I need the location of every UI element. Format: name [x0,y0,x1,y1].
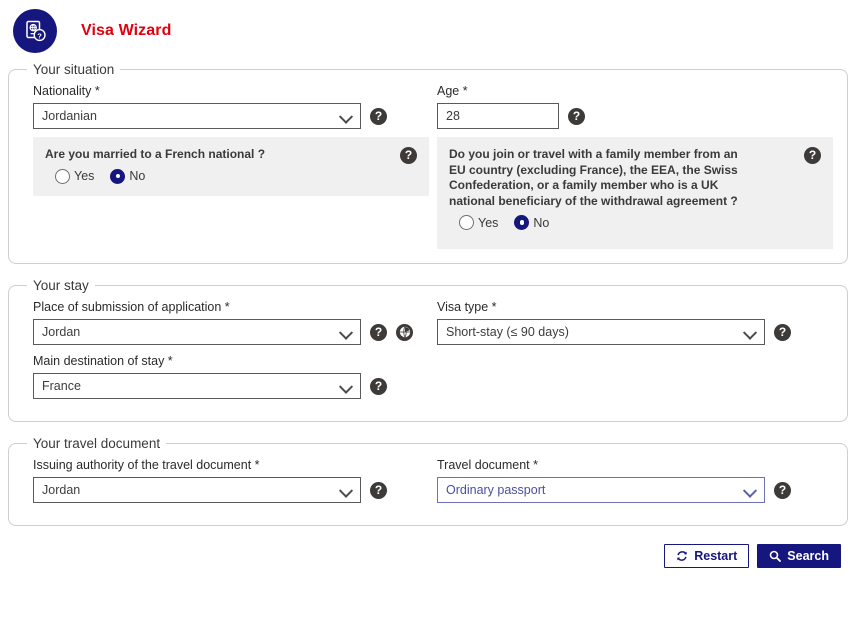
travel-document-select[interactable]: Ordinary passport [437,477,765,503]
visa-type-select-wrap: Short-stay (≤ 90 days) [437,319,765,345]
question-married-panel: ? Are you married to a French national ?… [33,137,429,196]
search-button[interactable]: Search [757,544,841,568]
field-place-of-submission: Place of submission of application * Jor… [33,299,435,345]
age-input[interactable] [437,103,559,129]
field-visa-type: Visa type * Short-stay (≤ 90 days) ? [437,299,835,345]
restart-button-label: Restart [694,549,738,563]
question-family-panel: ? Do you join or travel with a family me… [437,137,833,249]
radio-unselected-icon [459,215,474,230]
family-radio-group: Yes No [449,215,821,230]
place-of-submission-select-wrap: Jordan [33,319,361,345]
travel-document-select-wrap: Ordinary passport [437,477,765,503]
search-icon [769,550,782,562]
age-label: Age * [437,84,468,98]
field-age: Age * ? [437,83,835,129]
radio-selected-icon [110,168,126,184]
place-of-submission-label: Place of submission of application * [33,300,230,314]
stay-left-column: Place of submission of application * Jor… [21,299,435,407]
family-question-text: Do you join or travel with a family memb… [449,147,738,208]
help-icon-married[interactable]: ? [400,147,417,164]
help-icon-family[interactable]: ? [804,147,821,164]
refresh-icon [676,550,688,562]
search-button-label: Search [787,549,829,563]
situation-right-column: Age * ? ? Do you join or travel with a f… [435,83,835,249]
family-radio-yes-label: Yes [478,215,499,230]
issuing-authority-label: Issuing authority of the travel document… [33,458,260,472]
help-icon-visa-type[interactable]: ? [774,323,791,341]
family-radio-no-label: No [533,215,550,230]
help-icon-place-of-submission[interactable]: ? [370,323,387,341]
field-issuing-authority: Issuing authority of the travel document… [33,457,435,503]
field-main-destination: Main destination of stay * France ? [33,353,435,399]
visa-type-select[interactable]: Short-stay (≤ 90 days) [437,319,765,345]
family-radio-yes[interactable]: Yes [459,215,498,230]
situation-left-column: Nationality * Jordanian ? ? Are you marr… [21,83,435,249]
radio-selected-icon [514,215,530,230]
main-destination-select[interactable]: France [33,373,361,399]
place-of-submission-select[interactable]: Jordan [33,319,361,345]
nationality-select[interactable]: Jordanian [33,103,361,129]
travel-doc-left-column: Issuing authority of the travel document… [21,457,435,511]
section-legend-situation: Your situation [33,62,115,77]
married-radio-no[interactable]: No [110,168,146,184]
page-title: Visa Wizard [81,22,172,39]
family-radio-no[interactable]: No [514,215,549,230]
visa-type-label: Visa type * [437,300,497,314]
section-legend-stay: Your stay [33,278,89,293]
passport-question-icon: ? [13,9,57,53]
app-header: ? Visa Wizard [0,0,853,62]
married-question-text: Are you married to a French national ? [45,147,266,161]
section-your-travel-document: Your travel document Issuing authority o… [8,436,848,526]
main-destination-select-wrap: France [33,373,361,399]
travel-document-label: Travel document * [437,458,538,472]
help-icon-main-destination[interactable]: ? [370,377,387,395]
radio-unselected-icon [55,168,70,184]
svg-text:?: ? [37,31,42,40]
field-nationality: Nationality * Jordanian ? [33,83,435,129]
issuing-authority-select-wrap: Jordan [33,477,361,503]
help-icon-travel-document[interactable]: ? [774,481,791,499]
main-destination-label: Main destination of stay * [33,354,173,368]
help-icon-issuing-authority[interactable]: ? [370,481,387,499]
help-icon-age[interactable]: ? [568,107,585,125]
travel-doc-right-column: Travel document * Ordinary passport ? [435,457,835,511]
nationality-label: Nationality * [33,84,100,98]
help-icon-nationality[interactable]: ? [370,107,387,125]
married-radio-yes-label: Yes [74,169,95,183]
issuing-authority-select[interactable]: Jordan [33,477,361,503]
restart-button[interactable]: Restart [664,544,750,568]
section-your-situation: Your situation Nationality * Jordanian ?… [8,62,848,264]
stay-right-column: Visa type * Short-stay (≤ 90 days) ? [435,299,835,407]
form-actions: Restart Search [0,540,853,568]
section-your-stay: Your stay Place of submission of applica… [8,278,848,422]
section-legend-travel-document: Your travel document [33,436,161,451]
married-radio-yes[interactable]: Yes [55,168,95,184]
married-radio-no-label: No [129,169,146,183]
nationality-select-wrap: Jordanian [33,103,361,129]
field-travel-document: Travel document * Ordinary passport ? [437,457,835,503]
globe-icon[interactable] [396,323,413,341]
married-radio-group: Yes No [45,168,417,184]
